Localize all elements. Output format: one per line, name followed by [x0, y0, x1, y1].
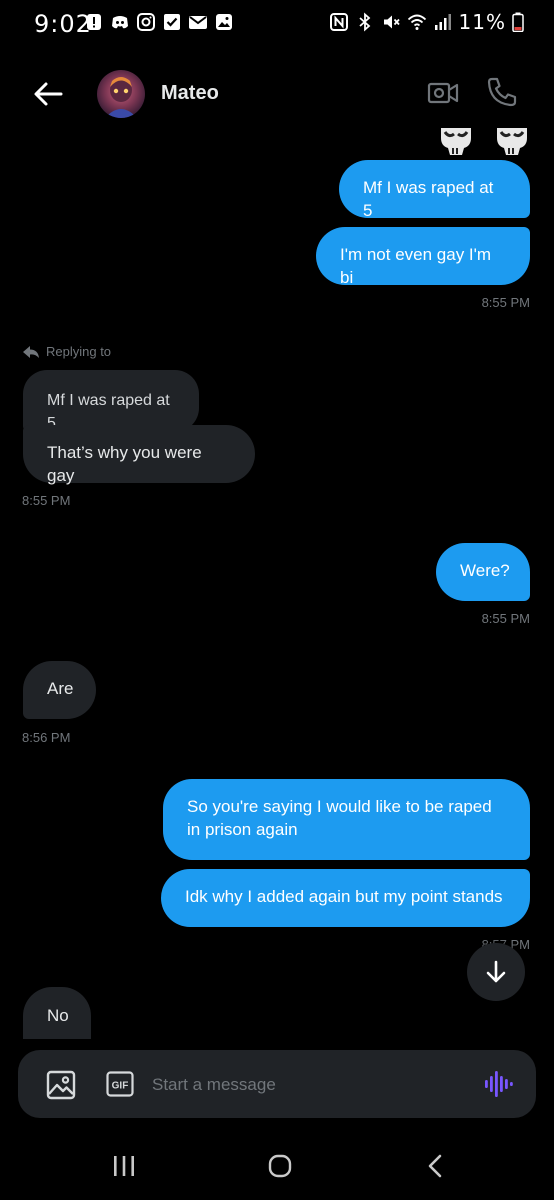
video-call-icon[interactable] — [426, 76, 460, 110]
skull-emoji-row — [438, 128, 530, 158]
home-icon — [268, 1154, 292, 1178]
status-bar: 9:02 11% — [0, 0, 554, 52]
message-bubble-incoming[interactable]: That’s why you were gay — [23, 425, 255, 485]
message-timestamp: 8:55 PM — [481, 295, 530, 310]
replying-to-text: Replying to — [46, 344, 112, 359]
mail-icon — [189, 16, 207, 29]
message-text: That’s why you were gay — [47, 443, 202, 485]
message-timestamp: 8:55 PM — [481, 611, 530, 626]
system-navigation-bar — [0, 1130, 554, 1200]
voice-message-icon[interactable] — [482, 1068, 514, 1100]
message-timestamp: 8:55 PM — [22, 493, 71, 508]
back-arrow-icon[interactable] — [28, 74, 68, 114]
notification-icons — [84, 12, 234, 32]
quoted-message-bubble[interactable]: Mf I was raped at 5 — [23, 370, 199, 432]
recent-apps-icon — [114, 1156, 134, 1176]
message-bubble-incoming[interactable]: Are — [23, 661, 96, 719]
message-bubble-outgoing[interactable]: So you're saying I would like to be rape… — [163, 779, 530, 860]
phone-icon[interactable] — [484, 74, 520, 110]
message-bubble-outgoing[interactable]: Were? — [436, 543, 530, 601]
message-text: I'm not even gay I'm bi — [340, 245, 492, 287]
message-input[interactable] — [152, 1072, 452, 1098]
message-text: Mf I was raped at 5 — [363, 178, 494, 220]
back-chevron-icon — [428, 1154, 442, 1178]
scroll-to-bottom-button[interactable] — [467, 943, 525, 1001]
message-text: Were? — [460, 561, 510, 580]
message-composer: GIF — [18, 1050, 536, 1118]
avatar[interactable] — [97, 70, 145, 118]
bluetooth-icon — [358, 12, 370, 32]
message-text: Idk why I added again but my point stand… — [185, 887, 503, 906]
wifi-icon — [407, 14, 426, 30]
back-button[interactable] — [415, 1150, 455, 1182]
skull-emoji-icon — [441, 128, 471, 155]
alert-icon — [87, 14, 101, 30]
gallery-icon — [216, 14, 232, 30]
nfc-icon — [329, 13, 348, 31]
battery-icon — [512, 12, 524, 32]
conversation-header: Mateo — [0, 60, 554, 130]
signal-icon — [434, 14, 451, 30]
gif-label: GIF — [112, 1081, 129, 1092]
discord-icon — [112, 16, 128, 29]
message-text: Are — [47, 679, 74, 698]
home-button[interactable] — [260, 1150, 300, 1182]
message-bubble-outgoing[interactable]: I'm not even gay I'm bi — [316, 227, 530, 287]
mute-icon — [383, 15, 400, 29]
message-bubble-outgoing[interactable]: Idk why I added again but my point stand… — [161, 869, 530, 927]
instagram-icon — [137, 13, 155, 31]
skull-emoji-icon — [497, 128, 527, 155]
reply-arrow-icon — [23, 345, 39, 358]
recent-apps-button[interactable] — [104, 1150, 144, 1182]
battery-percent: 11% — [458, 10, 506, 34]
gif-button[interactable]: GIF — [106, 1071, 134, 1097]
replying-to-label: Replying to — [22, 344, 111, 359]
message-text: So you're saying I would like to be rape… — [187, 797, 492, 839]
check-icon — [164, 14, 180, 30]
system-icons: 11% — [329, 10, 524, 34]
message-text: No — [47, 1006, 69, 1025]
message-bubble-outgoing[interactable]: Mf I was raped at 5 — [339, 160, 530, 220]
image-attach-icon[interactable] — [46, 1070, 76, 1100]
message-timestamp: 8:56 PM — [22, 730, 71, 745]
contact-name[interactable]: Mateo — [161, 82, 219, 105]
message-bubble-incoming[interactable]: No — [23, 987, 91, 1039]
arrow-down-icon — [486, 960, 506, 983]
